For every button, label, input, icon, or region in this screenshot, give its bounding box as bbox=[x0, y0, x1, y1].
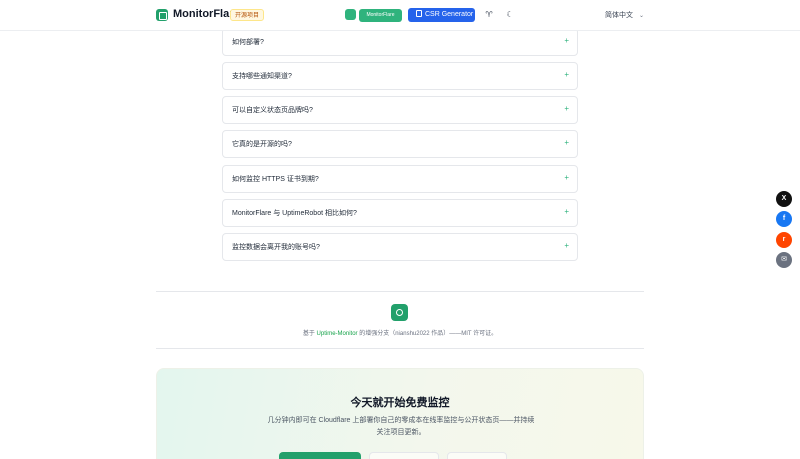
top-navbar: MonitorFlare 开源项目 MonitorFlare CSR Gener… bbox=[0, 0, 800, 31]
share-reddit-button[interactable]: r bbox=[776, 232, 792, 248]
faq-question: 监控数据会离开我的账号吗? bbox=[232, 244, 320, 251]
faq-question: 它真的是开源的吗? bbox=[232, 141, 292, 148]
document-icon bbox=[416, 10, 422, 17]
faq-question: 可以自定义状态页品牌吗? bbox=[232, 107, 313, 114]
faq-question: 如何部署? bbox=[232, 39, 264, 46]
facebook-icon: f bbox=[782, 215, 786, 222]
plus-icon[interactable]: + bbox=[564, 207, 569, 216]
cta-tertiary-button[interactable] bbox=[447, 452, 507, 459]
faq-question: MonitorFlare 与 UptimeRobot 相比如何? bbox=[232, 210, 357, 217]
chevron-down-icon: ⌄ bbox=[639, 13, 645, 19]
open-source-badge: 开源项目 bbox=[230, 9, 265, 21]
monitorflare-pill-button[interactable]: MonitorFlare bbox=[359, 9, 402, 22]
faq-question: 如何监控 HTTPS 证书到期? bbox=[232, 176, 319, 183]
section-divider bbox=[156, 291, 644, 292]
csr-generator-label: CSR Generator bbox=[425, 11, 474, 18]
faq-item[interactable]: 支持哪些通知渠道? + bbox=[222, 62, 578, 90]
footer-credit: 基于 Uptime-Monitor 的增强分支（nianshu2022 作品）—… bbox=[0, 328, 800, 337]
cta-title: 今天就开始免费监控 bbox=[350, 397, 450, 409]
faq-item[interactable]: 它真的是开源的吗? + bbox=[222, 130, 578, 158]
cta-primary-button[interactable] bbox=[279, 452, 361, 459]
plus-icon[interactable]: + bbox=[564, 138, 569, 147]
faq-item[interactable]: 监控数据会离开我的账号吗? + bbox=[222, 233, 578, 261]
faq-item[interactable]: 可以自定义状态页品牌吗? + bbox=[222, 96, 578, 124]
monitorflare-app-icon[interactable] bbox=[345, 9, 356, 20]
plus-icon[interactable]: + bbox=[564, 173, 569, 182]
cta-secondary-button[interactable] bbox=[369, 452, 439, 459]
uptime-monitor-link[interactable]: Uptime-Monitor bbox=[317, 331, 358, 337]
x-icon: X bbox=[781, 195, 787, 202]
share-email-button[interactable]: ✉ bbox=[776, 252, 792, 268]
plus-icon[interactable]: + bbox=[564, 70, 569, 79]
email-icon: ✉ bbox=[781, 256, 787, 263]
cta-description: 几分钟内即可在 Cloudflare 上部署你自己的零成本在线率监控与公开状态页… bbox=[267, 417, 535, 436]
github-icon[interactable]: ♈ bbox=[482, 8, 496, 22]
footer-logo-icon bbox=[391, 304, 408, 321]
faq-question: 支持哪些通知渠道? bbox=[232, 73, 292, 80]
faq-item[interactable]: 如何部署? + bbox=[222, 28, 578, 56]
credit-prefix: 基于 bbox=[302, 331, 315, 337]
plus-icon[interactable]: + bbox=[564, 36, 569, 45]
share-x-button[interactable]: X bbox=[776, 191, 792, 207]
plus-icon[interactable]: + bbox=[564, 104, 569, 113]
faq-item[interactable]: 如何监控 HTTPS 证书到期? + bbox=[222, 165, 578, 193]
dark-mode-icon[interactable]: ☾ bbox=[503, 8, 517, 22]
credit-suffix: 的增强分支（nianshu2022 作品）——MIT 许可证。 bbox=[359, 331, 498, 337]
logo-icon[interactable] bbox=[156, 9, 168, 21]
plus-icon[interactable]: + bbox=[564, 241, 569, 250]
section-divider bbox=[156, 348, 644, 349]
language-selector[interactable]: 简体中文 ⌄ bbox=[605, 10, 644, 20]
reddit-icon: r bbox=[782, 236, 786, 243]
csr-generator-button[interactable]: CSR Generator bbox=[408, 8, 475, 22]
cta-banner: 今天就开始免费监控 几分钟内即可在 Cloudflare 上部署你自己的零成本在… bbox=[156, 368, 644, 459]
share-facebook-button[interactable]: f bbox=[776, 211, 792, 227]
faq-item[interactable]: MonitorFlare 与 UptimeRobot 相比如何? + bbox=[222, 199, 578, 227]
language-label: 简体中文 bbox=[605, 12, 633, 19]
